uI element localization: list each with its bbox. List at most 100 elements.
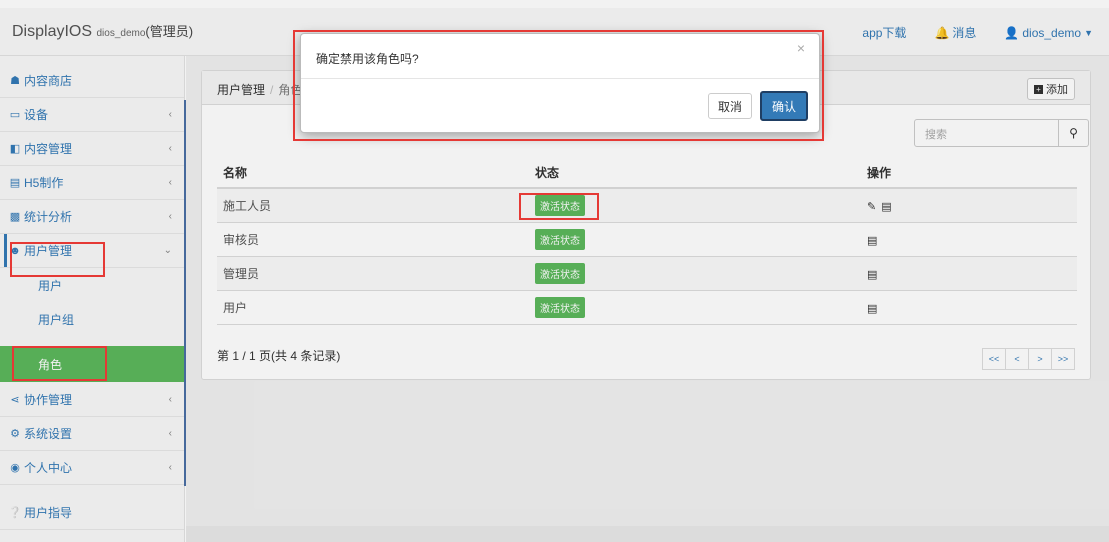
breadcrumb-parent[interactable]: 用户管理 bbox=[217, 83, 265, 97]
role-status-cell: 激活状态 bbox=[529, 188, 861, 223]
bottom-band bbox=[186, 526, 1109, 542]
role-name: 审核员 bbox=[217, 222, 529, 257]
dialog-divider bbox=[301, 78, 819, 79]
list-icon[interactable]: ▤ bbox=[867, 302, 877, 315]
sidebar-item-label: 个人中心 bbox=[24, 461, 73, 475]
sidebar-item-label: 用户指导 bbox=[24, 506, 73, 520]
sidebar-subitem-roles[interactable]: 角色 bbox=[0, 346, 184, 382]
messages-label: 消息 bbox=[952, 26, 977, 40]
sidebar-item-label: 内容商店 bbox=[24, 74, 73, 88]
role-actions: ✎ ▤ bbox=[861, 188, 1077, 223]
store-icon: ☗ bbox=[10, 75, 20, 87]
cancel-button[interactable]: 取消 bbox=[708, 93, 752, 119]
sidebar-item-settings[interactable]: ⚙ 系统设置 ‹ bbox=[0, 417, 184, 451]
sidebar-item-devices[interactable]: ▭ 设备 ‹ bbox=[0, 98, 184, 132]
sidebar-subitem-user-groups[interactable]: 用户组 bbox=[0, 302, 184, 336]
first-page-button[interactable]: << bbox=[982, 348, 1006, 370]
chevron-left-icon: ‹ bbox=[168, 428, 172, 439]
sidebar-item-guide[interactable]: ❔ 用户指导 bbox=[0, 496, 184, 530]
nav-right: app下载 🔔 消息 👤 dios_demo ▼ bbox=[862, 24, 1093, 41]
status-badge[interactable]: 激活状态 bbox=[535, 195, 585, 216]
chevron-left-icon: ‹ bbox=[168, 109, 172, 120]
person-icon: ◉ bbox=[10, 462, 20, 474]
column-header-status: 状态 bbox=[529, 157, 861, 189]
add-role-button[interactable]: + 添加 bbox=[1027, 78, 1075, 100]
help-icon: ❔ bbox=[8, 507, 22, 519]
search-input[interactable]: 搜索 bbox=[914, 119, 1059, 147]
user-menu[interactable]: 👤 dios_demo ▼ bbox=[1004, 24, 1093, 41]
table-row: 管理员 激活状态 ▤ bbox=[217, 256, 1077, 291]
sidebar-item-label: 内容管理 bbox=[24, 142, 73, 156]
sidebar-item-label: 用户组 bbox=[38, 312, 75, 327]
gear-icon: ⚙ bbox=[10, 428, 20, 440]
app-download-label: app下载 bbox=[862, 26, 907, 40]
plus-square-icon: + bbox=[1034, 84, 1043, 94]
sidebar-item-content[interactable]: ◧ 内容管理 ‹ bbox=[0, 132, 184, 166]
list-icon[interactable]: ▤ bbox=[867, 268, 877, 281]
h5-icon: ▤ bbox=[9, 177, 21, 189]
brand-role: (管理员) bbox=[145, 24, 194, 39]
list-icon[interactable]: ▤ bbox=[881, 200, 891, 213]
sidebar-item-store[interactable]: ☗ 内容商店 bbox=[0, 64, 184, 98]
sidebar-item-label: H5制作 bbox=[24, 176, 64, 190]
breadcrumb: 用户管理 / 角色 bbox=[217, 81, 302, 98]
messages-link[interactable]: 🔔 消息 bbox=[934, 24, 976, 41]
sidebar-item-label: 统计分析 bbox=[24, 210, 73, 224]
brand-username: dios_demo bbox=[96, 28, 146, 39]
list-icon[interactable]: ▤ bbox=[867, 234, 877, 247]
prev-page-button[interactable]: < bbox=[1005, 348, 1029, 370]
chevron-left-icon: ‹ bbox=[168, 211, 172, 222]
close-icon[interactable]: × bbox=[797, 40, 805, 56]
sidebar: ☗ 内容商店 ▭ 设备 ‹ ◧ 内容管理 ‹ ▤ H5制作 ‹ ▩ 统计分析 ‹ ☻ 用户管理 ⌄ 用… bbox=[0, 56, 187, 542]
last-page-button[interactable]: >> bbox=[1051, 348, 1075, 370]
next-page-button[interactable]: > bbox=[1028, 348, 1052, 370]
sidebar-item-profile[interactable]: ◉ 个人中心 ‹ bbox=[0, 451, 184, 485]
search-button[interactable]: ⚲ bbox=[1059, 119, 1089, 147]
sidebar-item-user-management[interactable]: ☻ 用户管理 ⌄ bbox=[0, 234, 184, 268]
sidebar-subitem-users[interactable]: 用户 bbox=[0, 268, 184, 302]
pagination: << < > >> bbox=[982, 348, 1075, 370]
users-icon: ☻ bbox=[9, 244, 21, 257]
status-badge[interactable]: 激活状态 bbox=[535, 229, 585, 250]
confirm-button[interactable]: 确认 bbox=[760, 91, 808, 121]
sidebar-item-h5[interactable]: ▤ H5制作 ‹ bbox=[0, 166, 184, 200]
role-name: 用户 bbox=[217, 290, 529, 325]
role-status-cell: 激活状态 bbox=[529, 290, 861, 325]
user-label: dios_demo bbox=[1022, 25, 1082, 40]
column-header-actions: 操作 bbox=[861, 157, 1077, 189]
status-badge[interactable]: 激活状态 bbox=[535, 297, 585, 318]
table-row: 审核员 激活状态 ▤ bbox=[217, 222, 1077, 257]
roles-table: 名称 状态 操作 施工人员 激活状态 ✎ ▤ 审核员 激活状态 ▤ 管理员 激活… bbox=[217, 157, 1077, 325]
brand-name: DisplayIOS bbox=[12, 23, 93, 40]
sidebar-item-collaboration[interactable]: ⋖ 协作管理 ‹ bbox=[0, 383, 184, 417]
edit-icon[interactable]: ✎ bbox=[867, 200, 876, 213]
dialog-title: 确定禁用该角色吗? bbox=[316, 52, 419, 66]
sidebar-item-label: 协作管理 bbox=[24, 393, 73, 407]
top-strip bbox=[0, 0, 1109, 8]
column-header-name: 名称 bbox=[217, 157, 529, 189]
chevron-left-icon: ‹ bbox=[168, 143, 172, 154]
sidebar-item-label: 系统设置 bbox=[24, 427, 73, 441]
app-download-link[interactable]: app下载 bbox=[862, 24, 906, 41]
sidebar-item-stats[interactable]: ▩ 统计分析 ‹ bbox=[0, 200, 184, 234]
role-actions: ▤ bbox=[861, 290, 1077, 325]
role-status-cell: 激活状态 bbox=[529, 222, 861, 257]
status-badge[interactable]: 激活状态 bbox=[535, 263, 585, 284]
sidebar-item-label: 设备 bbox=[24, 108, 49, 122]
chevron-left-icon: ‹ bbox=[168, 177, 172, 188]
role-name: 施工人员 bbox=[217, 188, 529, 223]
table-header-row: 名称 状态 操作 bbox=[217, 157, 1077, 189]
user-icon: 👤 bbox=[1004, 25, 1020, 40]
brand[interactable]: DisplayIOS dios_demo(管理员) bbox=[12, 21, 193, 41]
role-actions: ▤ bbox=[861, 222, 1077, 257]
sidebar-item-label: 用户管理 bbox=[24, 244, 73, 258]
flow-icon: ⋖ bbox=[10, 394, 20, 406]
table-row: 施工人员 激活状态 ✎ ▤ bbox=[217, 188, 1077, 223]
bell-icon: 🔔 bbox=[934, 25, 950, 40]
monitor-icon: ▭ bbox=[9, 109, 21, 121]
breadcrumb-current: 角色 bbox=[278, 83, 303, 97]
chevron-left-icon: ‹ bbox=[168, 462, 172, 473]
search-icon: ⚲ bbox=[1069, 126, 1078, 140]
chevron-left-icon: ‹ bbox=[168, 394, 172, 405]
breadcrumb-separator: / bbox=[270, 83, 274, 97]
